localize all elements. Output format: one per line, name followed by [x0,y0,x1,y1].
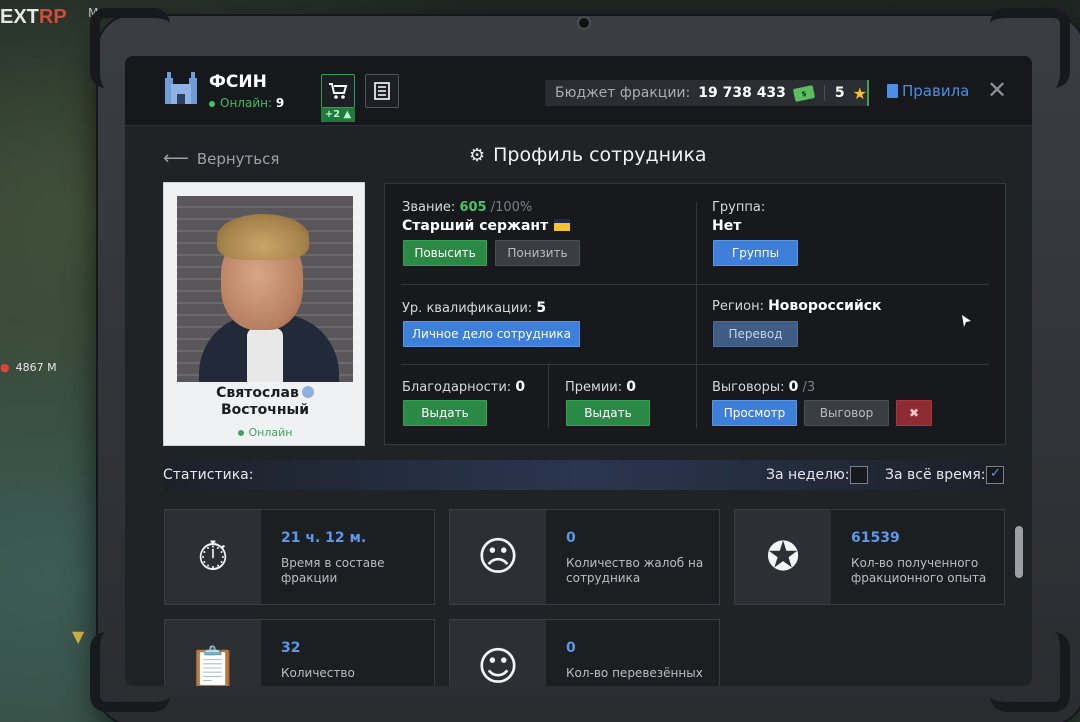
prisoner-icon: ☺ [450,620,546,686]
stat-description: Кол-во полученного фракционного опыта [851,556,987,585]
group-value: Нет [712,218,742,234]
week-checkbox[interactable] [850,466,868,484]
nav-arrow-icon: ▼ [72,627,85,646]
stat-description: Количество [281,666,355,680]
faction-name: ФСИН [209,72,267,92]
document-list-icon [374,82,390,100]
view-reprimands-button[interactable]: Просмотр [712,400,797,426]
photo-hair [217,214,309,260]
stat-value: 32 [281,640,301,656]
exp-stars-icon: ✪ [735,510,831,604]
gear-icon: ⚙ [469,144,486,166]
rules-book-icon [887,84,898,98]
give-bonus-button[interactable]: Выдать [566,400,650,426]
bonus-label: Премии: 0 [565,379,637,395]
page-title: ⚙ Профиль сотрудника [469,144,707,166]
rank-insignia-icon [554,219,571,231]
tablet-camera [577,16,591,30]
complaint-icon: ☹ [450,510,546,604]
stat-description: Кол-во перевезённых [566,666,703,680]
tablet-screen: ФСИН Онлайн: 9 +2 ▲ Бюджет фракции: 19 7… [125,56,1032,686]
reprimand-button[interactable]: Выговор [804,400,889,426]
cart-badge: +2 ▲ [321,108,355,122]
panel-divider [696,202,697,428]
stars-value: 5 [834,85,845,101]
stat-value: 61539 [851,530,900,546]
cart-icon [329,83,348,99]
region-label: Регион: Новороссийск [712,298,882,314]
stat-value: 21 ч. 12 м. [281,530,367,546]
online-dot-icon [209,100,215,107]
budget-label: Бюджет фракции: [555,85,691,101]
panel-divider [548,364,549,428]
faction-online: Онлайн: 9 [209,96,284,110]
employee-photo [177,196,353,382]
faction-budget: Бюджет фракции: 19 738 433 $ 5 ★ [545,80,869,106]
documents-button[interactable] [365,74,399,108]
stat-value: 0 [566,530,576,546]
server-logo: EXTRP [0,6,67,28]
stat-card: ✪ 61539 Кол-во полученного фракционного … [734,509,1005,605]
budget-value: 19 738 433 [698,85,786,101]
groups-button[interactable]: Группы [713,240,798,266]
group-label: Группа: [712,200,766,215]
online-dot-icon [237,430,244,436]
stopwatch-icon: ⏱ [165,510,261,604]
map-distance: ● 4867 М [0,361,57,374]
clipboard-icon: 📋 [165,620,261,686]
employee-photo-card: Святослав Восточный Онлайн [163,182,365,446]
employee-name: Святослав Восточный [164,385,366,419]
thanks-label: Благодарности: 0 [402,379,526,395]
rank-label: Звание: 605 /100% [402,200,533,215]
employee-status: Онлайн [164,426,366,439]
stat-value: 0 [566,640,576,656]
panel-divider [401,364,989,365]
stat-card: 📋 32 Количество [164,619,435,686]
stats-title: Статистика: [163,467,254,483]
personal-file-button[interactable]: Личное дело сотрудника [403,321,580,347]
all-time-filter-label: За всё время: [885,467,986,483]
demote-button[interactable]: Понизить [495,240,580,266]
qualification-label: Ур. квалификации: 5 [402,300,547,316]
budget-divider [823,85,825,101]
arrow-left-icon: ⟵ [163,148,189,169]
castle-icon [165,72,197,104]
star-icon: ★ [852,83,867,103]
panel-divider [401,284,989,285]
rules-link[interactable]: Правила [887,82,969,100]
stat-description: Время в составе фракции [281,556,385,585]
remove-reprimand-button[interactable]: ✖ [896,400,932,426]
stat-card: ☺ 0 Кол-во перевезённых [449,619,720,686]
scrollbar-thumb[interactable] [1015,526,1023,578]
transfer-button[interactable]: Перевод [713,321,798,347]
stats-header: Статистика: За неделю: За всё время: [163,460,1006,490]
rank-name: Старший сержант [402,218,571,234]
stat-description: Количество жалоб на сотрудника [566,556,704,585]
cursor-icon [962,315,971,327]
user-remove-icon: ✖ [908,406,920,420]
map-pin-icon: ● [0,361,10,374]
reprimand-label: Выговоры: 0 /3 [712,379,816,395]
photo-shirt [247,328,283,382]
faction-header: ФСИН Онлайн: 9 +2 ▲ Бюджет фракции: 19 7… [125,56,1032,126]
user-badge-icon [301,386,314,398]
all-time-checkbox[interactable] [986,466,1004,484]
employee-info-panel: Звание: 605 /100% Старший сержант Повыси… [384,183,1006,445]
promote-button[interactable]: Повысить [403,240,487,266]
money-icon: $ [792,84,816,102]
give-thanks-button[interactable]: Выдать [403,400,487,426]
stat-card: ☹ 0 Количество жалоб на сотрудника [449,509,720,605]
week-filter-label: За неделю: [766,467,850,483]
shop-button[interactable] [321,74,355,108]
close-icon[interactable]: ✕ [987,78,1007,102]
stat-card: ⏱ 21 ч. 12 м. Время в составе фракции [164,509,435,605]
back-button[interactable]: ⟵ Вернуться [163,148,279,169]
